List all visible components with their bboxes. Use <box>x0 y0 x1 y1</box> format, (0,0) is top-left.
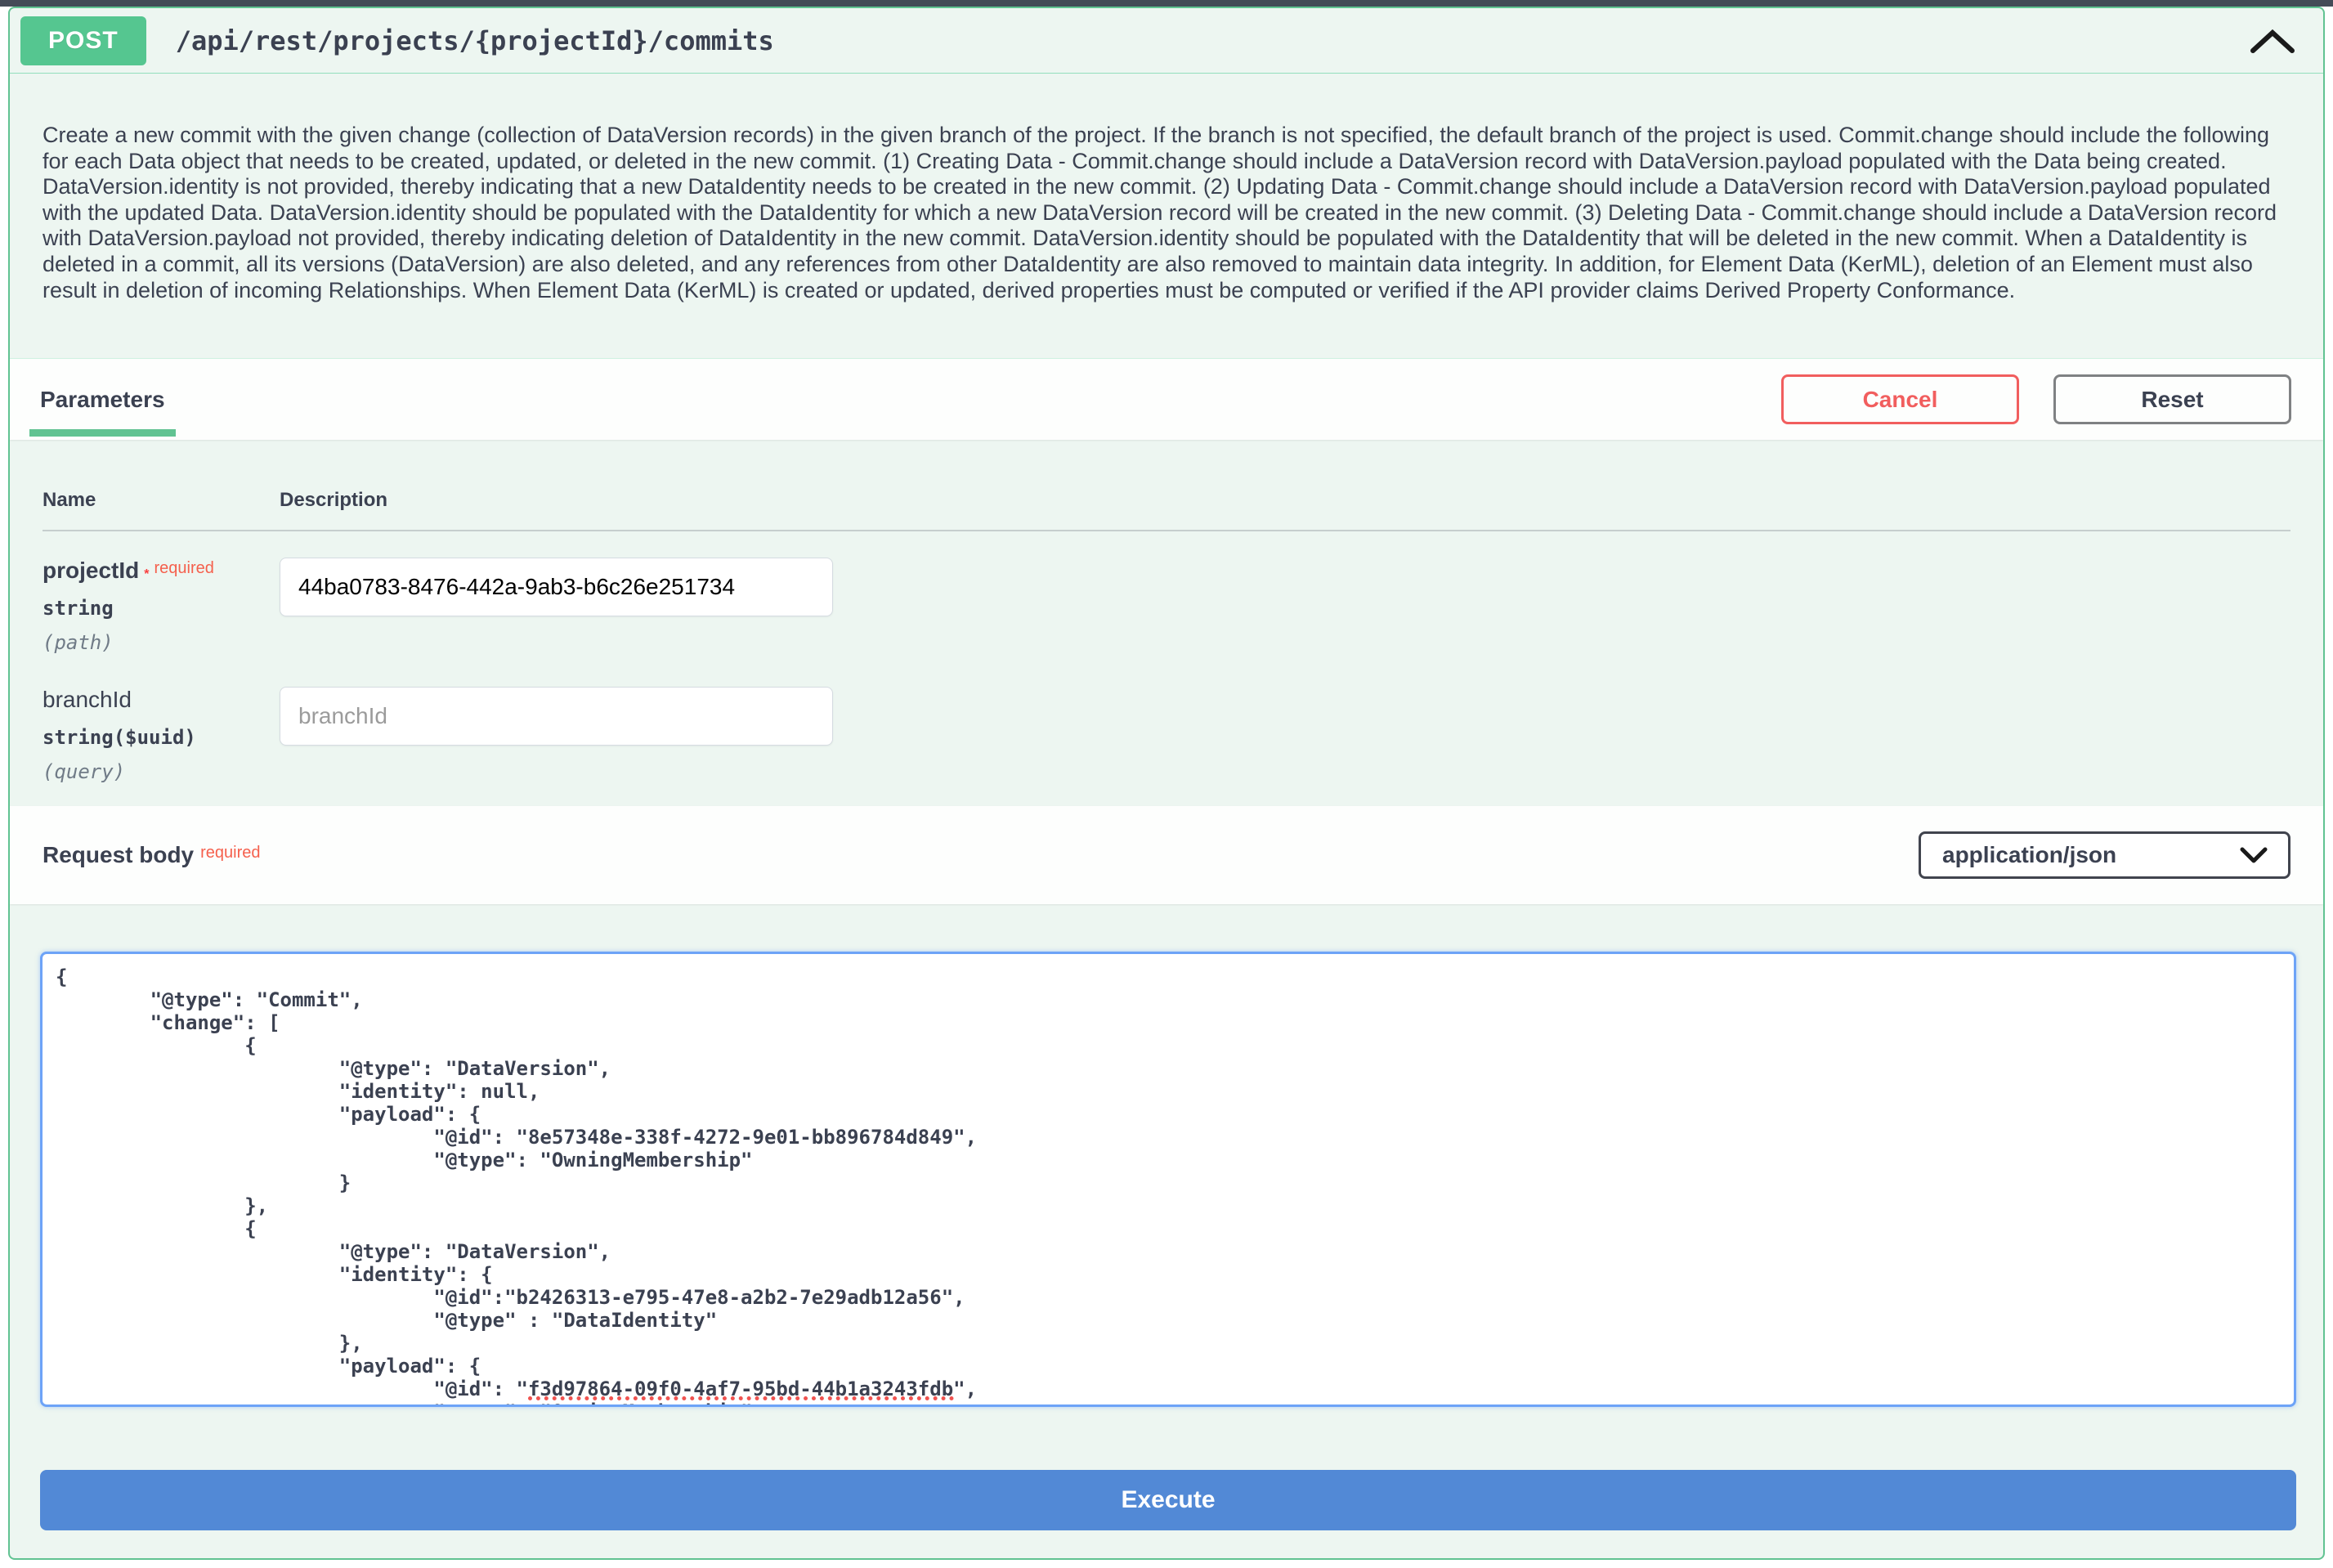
required-label: required <box>154 559 213 577</box>
chevron-up-icon <box>2250 28 2295 54</box>
content-type-select[interactable]: application/json <box>1919 831 2290 879</box>
branchid-input[interactable] <box>280 687 833 746</box>
request-body-required-label: required <box>200 844 260 862</box>
request-body-area: { "@type": "Commit", "change": [ { "@typ… <box>10 904 2323 1407</box>
param-projectid-meta: projectId * required string (path) <box>43 531 280 654</box>
endpoint-path: /api/rest/projects/{projectId}/commits <box>176 25 774 56</box>
request-body-title: Request body required <box>43 842 261 868</box>
method-badge: POST <box>20 16 146 65</box>
execute-button[interactable]: Execute <box>40 1470 2296 1530</box>
reset-button[interactable]: Reset <box>2053 374 2291 424</box>
request-body-textarea[interactable]: { "@type": "Commit", "change": [ { "@typ… <box>40 952 2296 1407</box>
param-projectid-input-cell <box>280 531 2290 654</box>
execute-area: Execute <box>10 1407 2323 1530</box>
endpoint-description: Create a new commit with the given chang… <box>10 74 2323 358</box>
opblock-post-commits: POST /api/rest/projects/{projectId}/comm… <box>8 7 2325 1560</box>
top-dark-bar <box>0 0 2333 7</box>
column-header-name: Name <box>43 489 280 512</box>
param-location-projectid: (path) <box>43 631 280 654</box>
parameters-tab-label: Parameters <box>40 387 165 413</box>
param-name-projectid: projectId <box>43 558 139 583</box>
opblock-summary[interactable]: POST /api/rest/projects/{projectId}/comm… <box>10 8 2323 74</box>
param-type-branchid: string($uuid) <box>43 726 280 749</box>
parameters-section-header: Parameters Cancel Reset <box>10 358 2323 440</box>
parameters-actions: Cancel Reset <box>1781 374 2291 424</box>
param-location-branchid: (query) <box>43 760 280 783</box>
param-name-branchid: branchId <box>43 687 132 712</box>
tab-parameters: Parameters <box>29 359 176 440</box>
projectid-input[interactable] <box>280 558 833 616</box>
required-asterisk: * <box>144 567 149 581</box>
param-branchid-input-cell <box>280 654 2290 783</box>
chevron-down-icon <box>2239 846 2268 864</box>
request-body-section-header: Request body required application/json <box>10 806 2323 904</box>
param-type-projectid: string <box>43 597 280 620</box>
cancel-button[interactable]: Cancel <box>1781 374 2019 424</box>
column-header-description: Description <box>280 489 2290 512</box>
collapse-button[interactable] <box>2243 21 2302 60</box>
request-body-label: Request body <box>43 842 194 867</box>
content-type-value: application/json <box>1942 842 2116 868</box>
body-editor-wrap: { "@type": "Commit", "change": [ { "@typ… <box>40 952 2296 1407</box>
param-branchid-meta: branchId string($uuid) (query) <box>43 654 280 783</box>
parameters-table: Name Description projectId * required stri… <box>10 440 2323 806</box>
